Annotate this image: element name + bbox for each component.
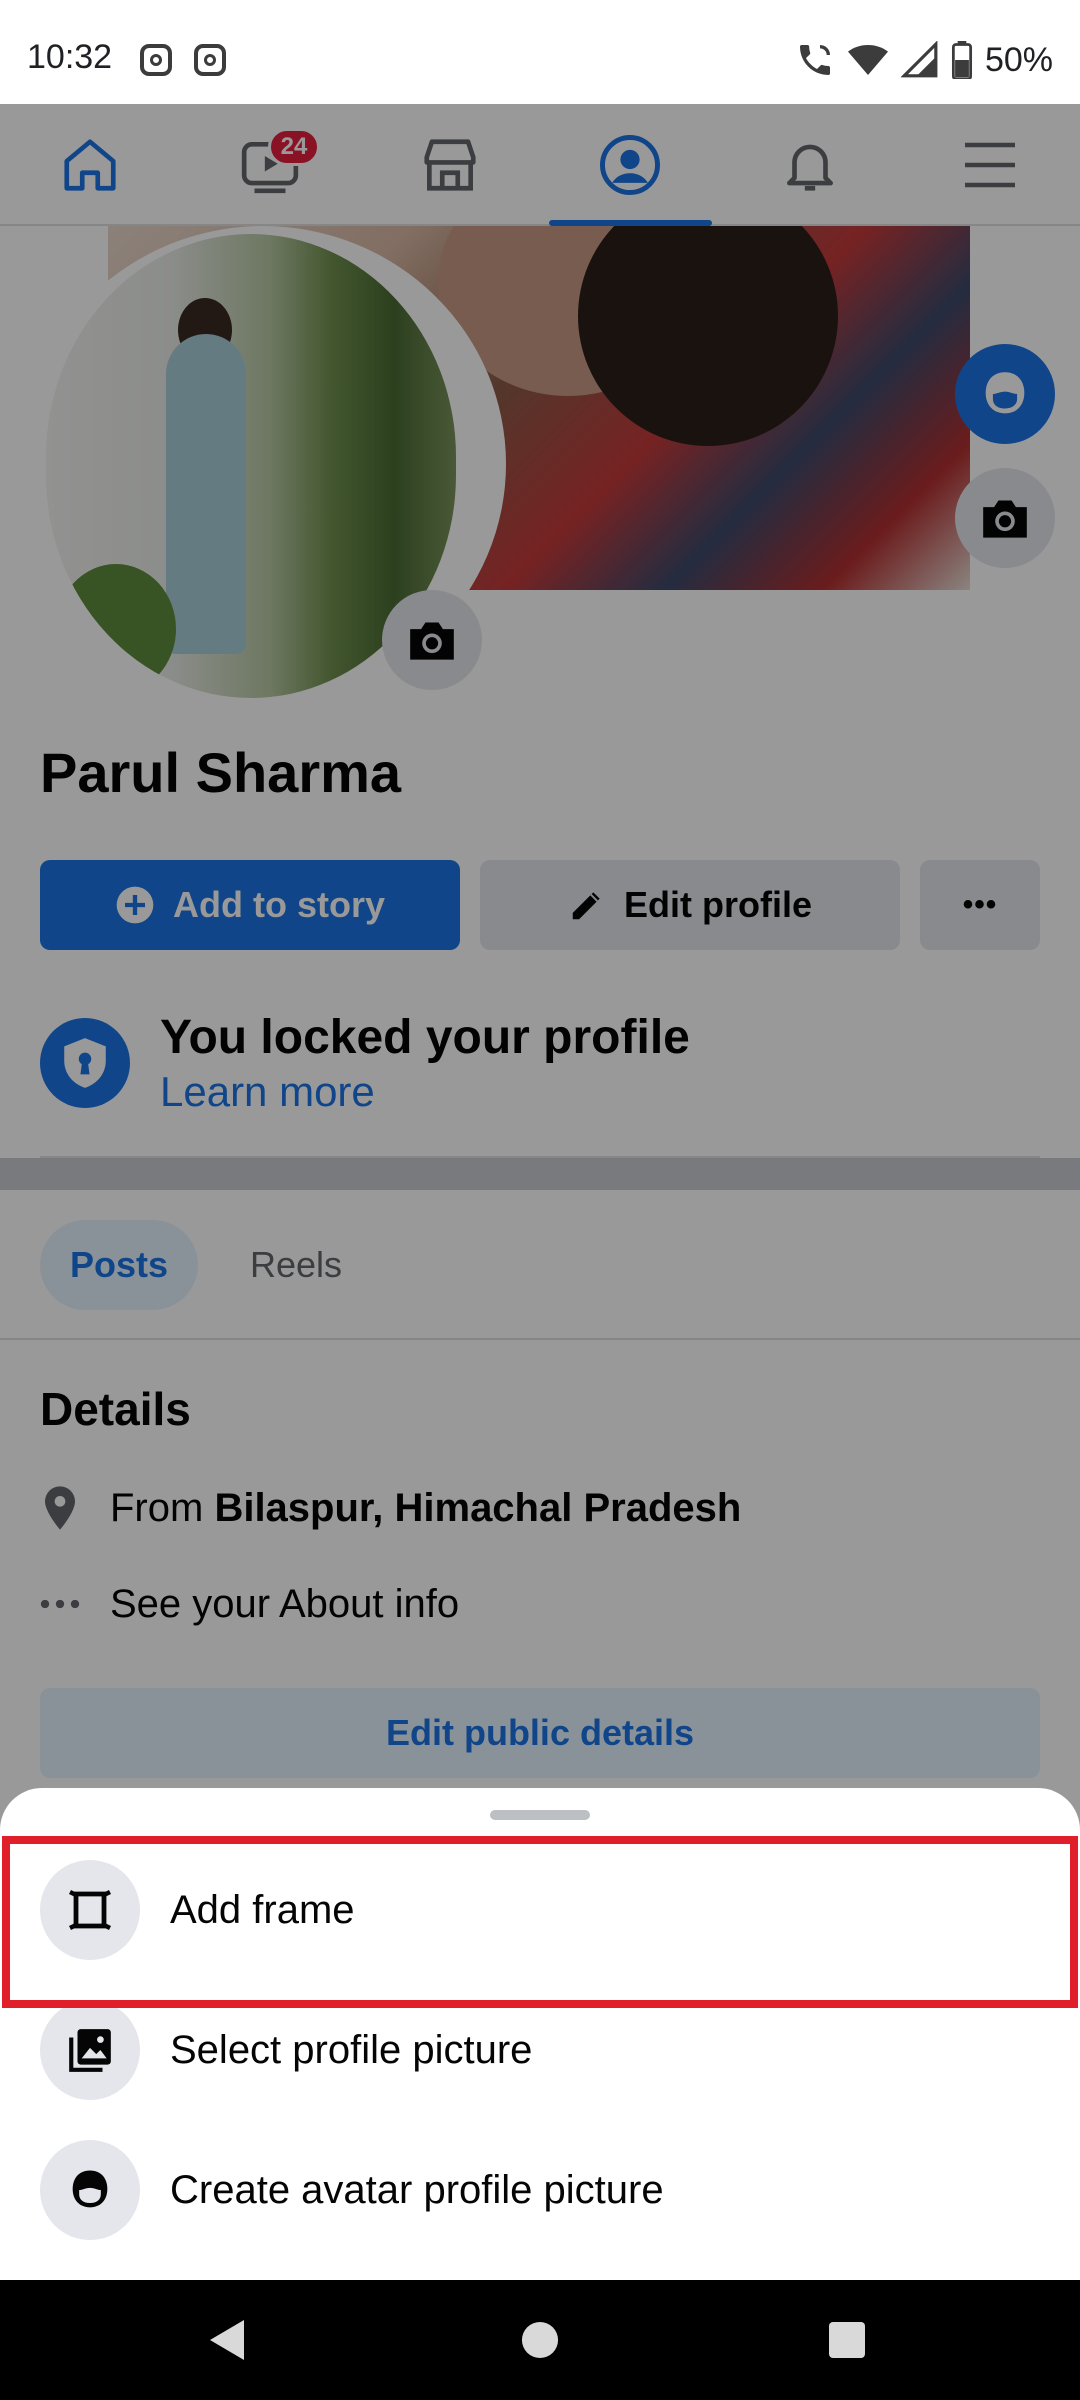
system-navigation-bar: [0, 2280, 1080, 2400]
status-time: 10:32: [27, 38, 113, 76]
home-circle-icon: [521, 2321, 559, 2359]
create-avatar-picture-label: Create avatar profile picture: [170, 2167, 664, 2212]
status-bar: 10:32 50%: [0, 0, 1080, 104]
add-frame-highlight: [2, 1836, 1078, 2008]
signal-icon: [900, 41, 938, 78]
home-button[interactable]: [480, 2280, 600, 2400]
recents-icon: [829, 2322, 865, 2358]
recents-button[interactable]: [787, 2280, 907, 2400]
select-profile-picture-label: Select profile picture: [170, 2027, 533, 2072]
battery-icon: [951, 41, 972, 79]
back-button[interactable]: [168, 2280, 288, 2400]
battery-percentage: 50%: [984, 40, 1053, 79]
instagram-icon: [194, 44, 226, 76]
wifi-icon: [847, 45, 888, 75]
sheet-drag-handle[interactable]: [490, 1810, 590, 1820]
instagram-icon: [140, 44, 172, 76]
avatar-icon: [40, 2140, 140, 2240]
photo-album-icon: [40, 2000, 140, 2100]
wifi-calling-icon: [799, 45, 830, 75]
create-avatar-picture-option[interactable]: Create avatar profile picture: [0, 2120, 1080, 2260]
back-icon: [210, 2320, 244, 2360]
status-right-icons: 50%: [795, 40, 1053, 80]
